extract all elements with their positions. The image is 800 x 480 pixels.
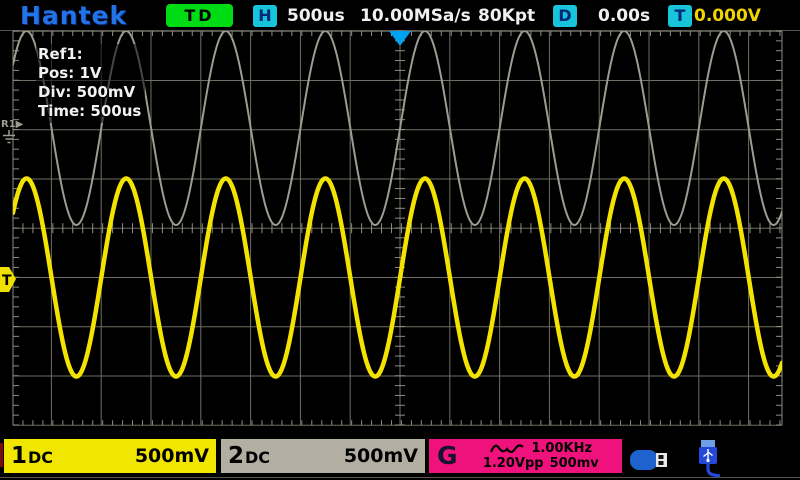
generator-badge[interactable]: G 1.00KHz 1.20Vpp 500mv — [429, 439, 622, 473]
generator-vpp: 1.20Vpp — [483, 456, 544, 471]
ref1-info-box: Ref1: Pos: 1V Div: 500mV Time: 500us — [36, 44, 145, 123]
usb-drive-icon — [630, 447, 672, 473]
generator-readouts: 1.00KHz 1.20Vpp 500mv — [464, 441, 618, 471]
trigger-level-marker: T — [0, 267, 17, 292]
channel2-number: 2 — [228, 439, 244, 473]
channel1-number: 1 — [11, 439, 27, 473]
ref-info-line: Div: 500mV — [38, 83, 141, 102]
ref-info-line: Time: 500us — [38, 102, 141, 121]
trigger-level-letter: T — [2, 273, 12, 289]
usb-cable-icon — [692, 440, 724, 480]
right-arrow-icon: ▶ — [16, 119, 24, 130]
channel2-badge[interactable]: 2 DC 500mV — [221, 439, 425, 473]
trigger-position-marker — [389, 31, 411, 46]
channel2-scale: 500mV — [344, 445, 418, 467]
generator-offset: 500mv — [550, 456, 599, 471]
channel2-coupling: DC — [245, 448, 270, 467]
ref-info-line: Ref1: — [38, 45, 141, 64]
ref-info-line: Pos: 1V — [38, 64, 141, 83]
channel1-coupling: DC — [28, 448, 53, 467]
left-edge-accent — [0, 443, 3, 467]
ref1-position-marker: R1▶ — [1, 119, 23, 145]
ground-icon — [1, 130, 17, 145]
channel1-scale: 500mV — [135, 445, 209, 467]
sine-wave-icon — [489, 442, 525, 456]
bottom-separator — [0, 477, 800, 478]
generator-label: G — [437, 439, 458, 473]
generator-frequency: 1.00KHz — [531, 441, 592, 456]
ref1-position-label: R1 — [1, 119, 16, 130]
channel1-badge[interactable]: 1 DC 500mV — [4, 439, 216, 473]
